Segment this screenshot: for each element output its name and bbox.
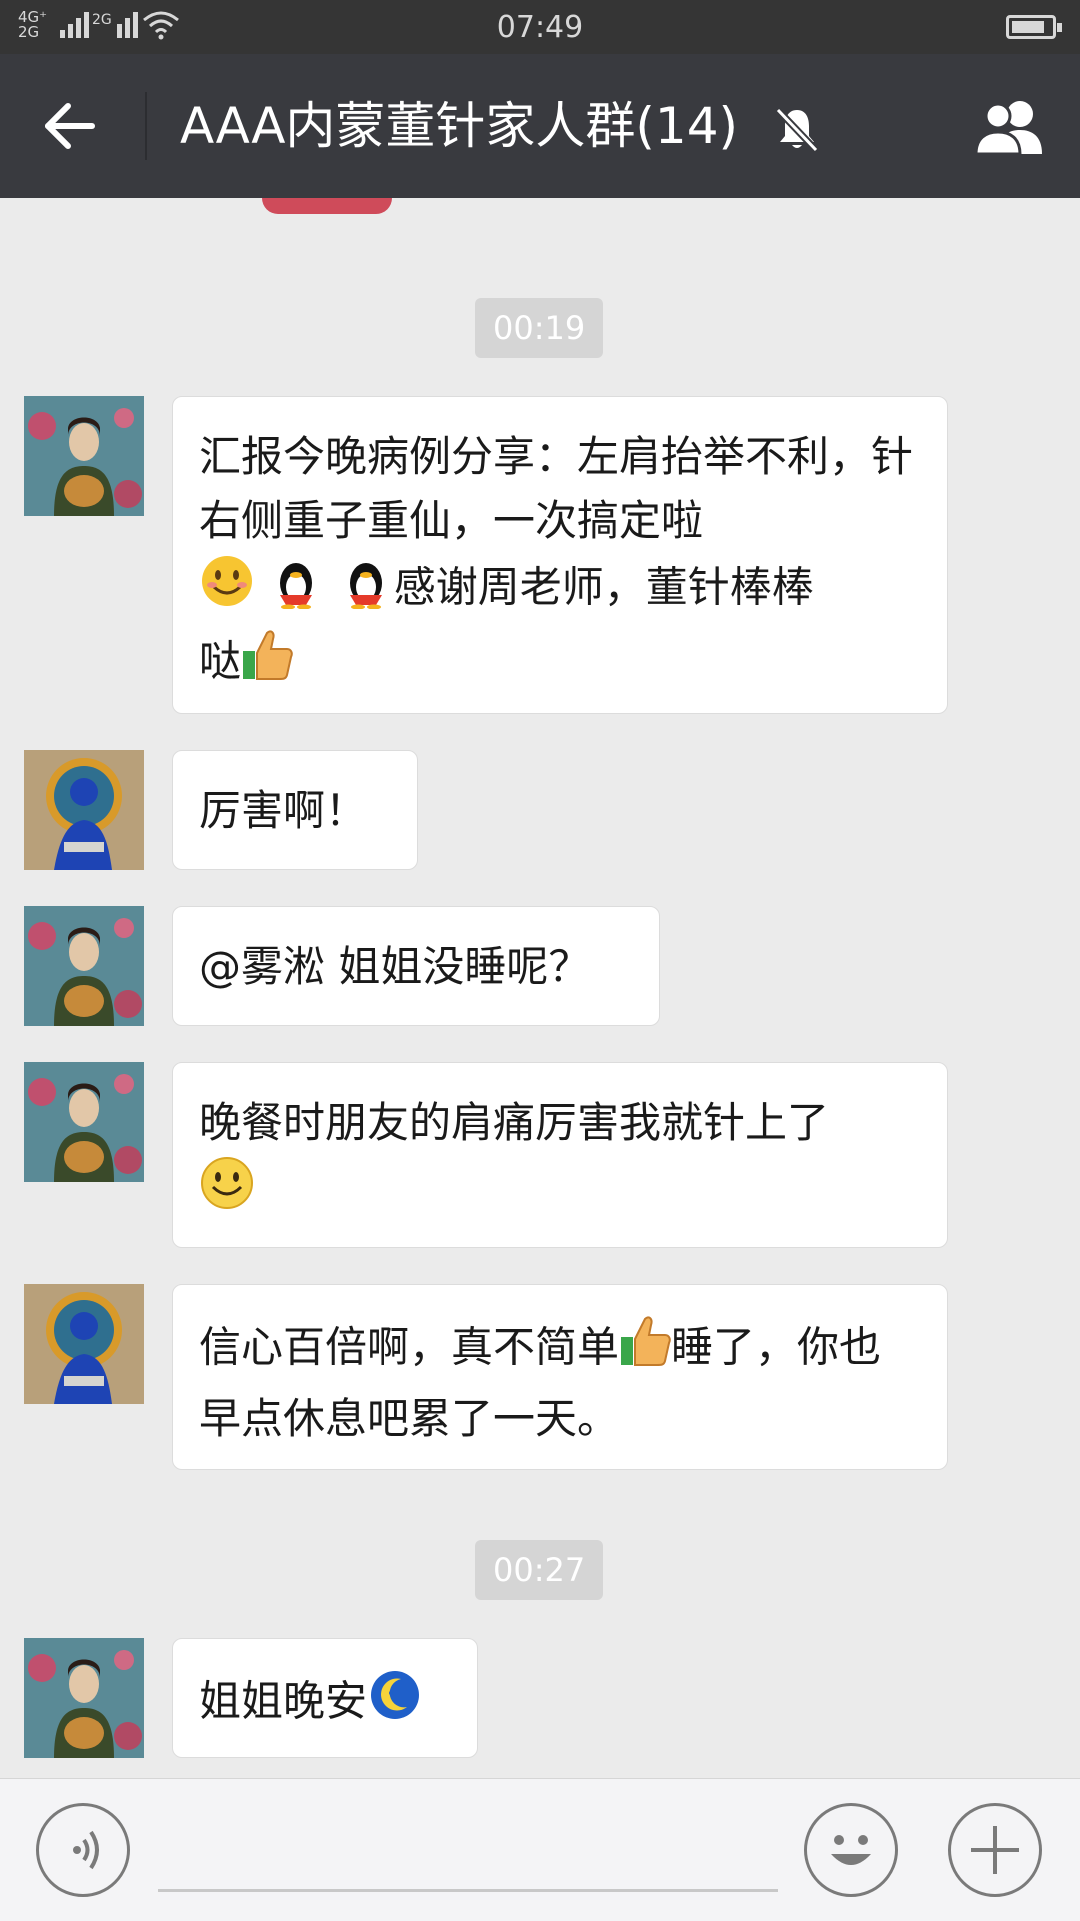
avatar[interactable]: [24, 396, 144, 516]
partial-sticker: [262, 198, 392, 214]
message-bubble[interactable]: 汇报今晚病例分享：左肩抬举不利，针右侧重子重仙，一次搞定啦 感谢周老师，董针棒棒…: [172, 396, 948, 714]
avatar[interactable]: [24, 1062, 144, 1182]
voice-button[interactable]: [36, 1803, 130, 1897]
message-text: 厉害啊！: [199, 786, 368, 835]
message-bubble[interactable]: 厉害啊！: [172, 750, 418, 870]
timestamp: 00:27: [475, 1540, 604, 1600]
message-bubble[interactable]: @雾淞 姐姐没睡呢？: [172, 906, 660, 1026]
penguin-emoji: [268, 553, 324, 627]
moon-emoji: [367, 1667, 423, 1741]
message-bubble[interactable]: 晚餐时朋友的肩痛厉害我就针上了: [172, 1062, 948, 1248]
message-bubble[interactable]: 姐姐晚安: [172, 1638, 478, 1758]
clock: 07:49: [496, 10, 584, 45]
group-members-button[interactable]: [970, 96, 1050, 160]
chat-header: AAA内蒙董针家人群(14): [0, 54, 1080, 198]
avatar[interactable]: [24, 906, 144, 1026]
grin-emoji: [199, 1155, 255, 1229]
back-arrow-icon: [45, 103, 95, 149]
thumbs-up-emoji: [241, 627, 293, 701]
penguin-emoji: [338, 553, 394, 627]
message-input[interactable]: [158, 1889, 778, 1892]
plus-icon: [971, 1826, 1019, 1874]
chat-messages[interactable]: 00:19 汇报今晚病例分享：左肩抬举不利，针右侧重子重仙，一次搞定啦 感谢周老…: [0, 198, 1080, 1778]
emoji-button[interactable]: [804, 1803, 898, 1897]
more-button[interactable]: [948, 1803, 1042, 1897]
emoji-face-icon: [831, 1835, 871, 1865]
avatar[interactable]: [24, 1638, 144, 1758]
message-text: 姐姐晚安: [199, 1676, 368, 1726]
message-text: @雾淞 姐姐没睡呢？: [199, 942, 591, 991]
avatar[interactable]: [24, 1284, 144, 1404]
timestamp: 00:19: [475, 298, 604, 358]
message-text-end: 哒: [199, 636, 242, 686]
input-bar: [0, 1778, 1080, 1921]
status-bar: 4G⁺ 2G 2G 07:49: [0, 0, 1080, 54]
smile-emoji: [199, 553, 255, 627]
message-text: 信心百倍啊，真不简单: [199, 1322, 620, 1372]
mute-bell-icon: [772, 104, 822, 154]
voice-icon: [73, 1830, 99, 1870]
thumbs-up-emoji: [619, 1313, 671, 1387]
message-text-continued: 感谢周老师，董针棒棒: [393, 562, 814, 612]
header-divider: [145, 92, 147, 160]
battery-icon: [1006, 15, 1062, 39]
group-members-icon: [974, 101, 1042, 156]
message-text: 晚餐时朋友的肩痛厉害我就针上了: [199, 1098, 830, 1147]
avatar[interactable]: [24, 750, 144, 870]
group-title: AAA内蒙董针家人群(14): [180, 97, 739, 155]
message-bubble[interactable]: 信心百倍啊，真不简单 睡了，你也早点休息吧累了一天。: [172, 1284, 948, 1470]
back-button[interactable]: [40, 96, 100, 156]
message-text: 汇报今晚病例分享：左肩抬举不利，针右侧重子重仙，一次搞定啦: [199, 432, 914, 545]
